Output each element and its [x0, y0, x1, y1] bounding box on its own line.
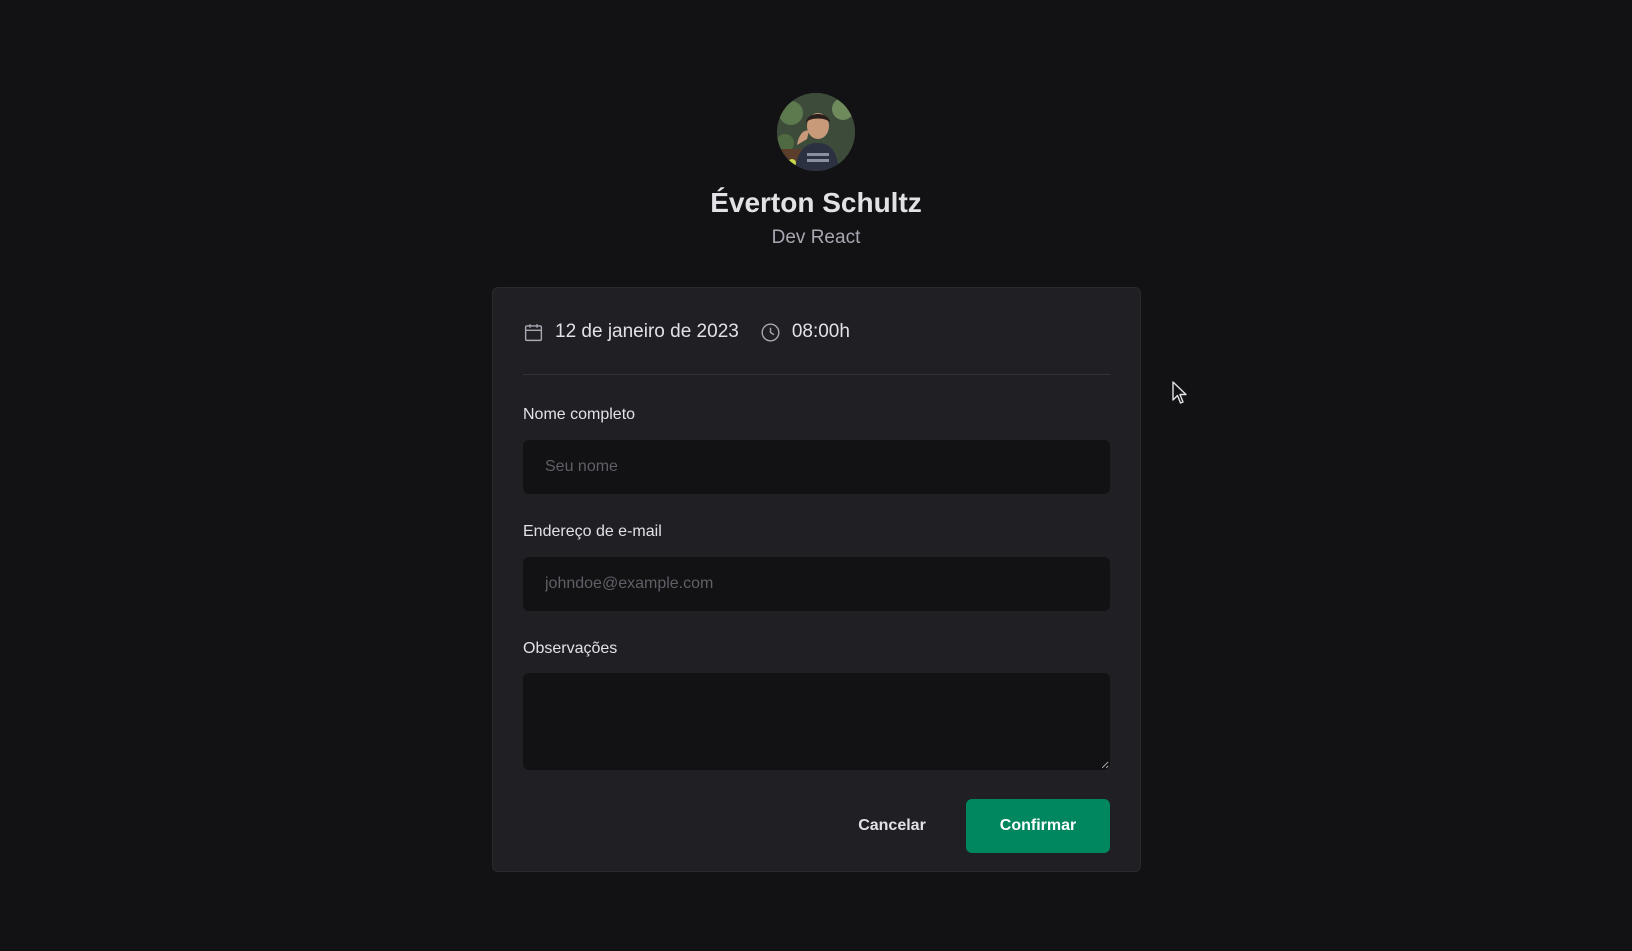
cancel-button[interactable]: Cancelar [832, 799, 952, 853]
email-label: Endereço de e-mail [523, 523, 662, 540]
schedule-date: 12 de janeiro de 2023 [523, 321, 739, 343]
email-input[interactable] [523, 557, 1110, 611]
avatar [777, 93, 855, 171]
mouse-pointer-icon [1172, 381, 1188, 410]
name-label: Nome completo [523, 406, 636, 423]
notes-label: Observações [523, 640, 618, 657]
schedule-summary: 12 de janeiro de 2023 08:00h [523, 288, 1110, 375]
schedule-time-text: 08:00h [791, 321, 850, 342]
booking-form-card: 12 de janeiro de 2023 08:00h Nome comple… [492, 287, 1141, 872]
schedule-time: 08:00h [760, 321, 850, 343]
booking-page: Éverton Schultz Dev React 12 de janeiro … [0, 0, 1632, 951]
form-actions: Cancelar Confirmar [523, 799, 1110, 853]
profile-header: Éverton Schultz Dev React [0, 93, 1632, 253]
name-input[interactable] [523, 440, 1110, 494]
calendar-icon [523, 322, 544, 343]
notes-textarea[interactable] [523, 673, 1110, 770]
clock-icon [760, 322, 781, 343]
schedule-date-text: 12 de janeiro de 2023 [555, 321, 739, 342]
confirm-button[interactable]: Confirmar [966, 799, 1110, 853]
profile-name: Éverton Schultz [710, 187, 922, 218]
profile-role: Dev React [771, 227, 861, 248]
